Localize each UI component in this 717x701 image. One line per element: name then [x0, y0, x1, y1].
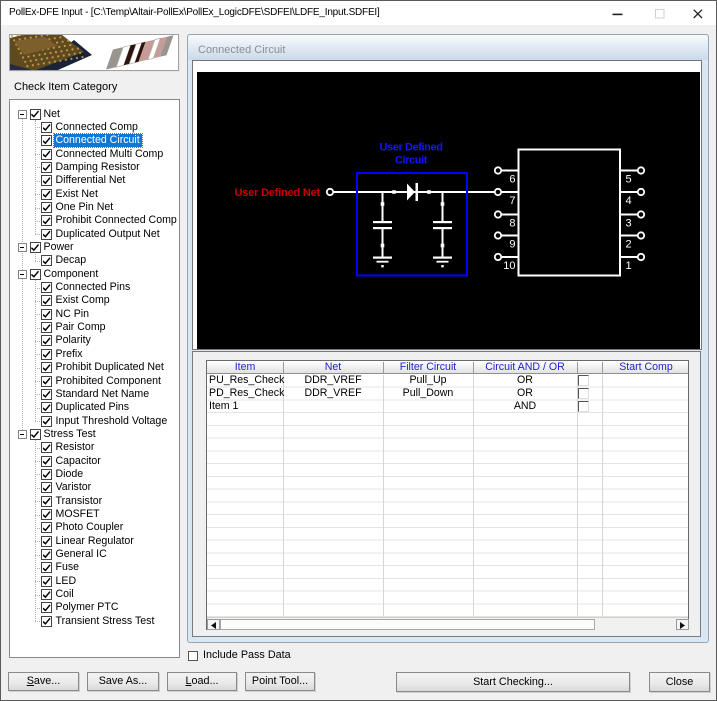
svg-text:1: 1 [626, 260, 632, 272]
svg-text:9: 9 [509, 239, 515, 251]
svg-text:Circuit: Circuit [395, 155, 428, 167]
svg-text:5: 5 [626, 174, 632, 186]
svg-text:User Defined Net: User Defined Net [235, 187, 321, 199]
svg-text:10: 10 [503, 260, 515, 272]
svg-text:3: 3 [626, 218, 632, 230]
svg-text:User Defined: User Defined [379, 142, 442, 154]
svg-text:8: 8 [509, 218, 515, 230]
svg-text:7: 7 [509, 195, 515, 207]
svg-text:4: 4 [626, 195, 632, 207]
svg-text:6: 6 [509, 174, 515, 186]
svg-text:2: 2 [626, 239, 632, 251]
